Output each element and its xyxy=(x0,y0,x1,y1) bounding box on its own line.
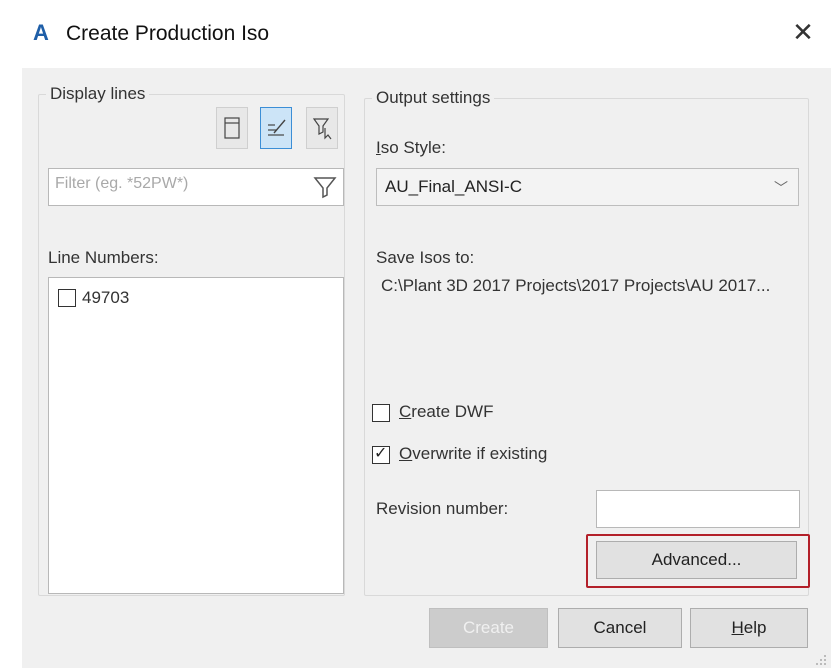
select-lines-button[interactable] xyxy=(216,107,248,149)
revision-number-input[interactable] xyxy=(596,490,800,528)
chevron-down-icon: ﹀ xyxy=(774,180,788,196)
create-dwf-checkbox[interactable] xyxy=(372,404,390,422)
overwrite-label: Overwrite if existing xyxy=(399,444,548,463)
filter-cursor-icon xyxy=(312,118,332,140)
create-production-iso-dialog: A Create Production Iso ✕ Display lines xyxy=(0,0,831,668)
iso-style-dropdown[interactable]: AU_Final_ANSI-C ﹀ xyxy=(376,168,799,206)
iso-style-label: Iso Style: xyxy=(376,138,446,157)
advanced-button[interactable]: Advanced... xyxy=(596,541,797,579)
line-checkbox[interactable] xyxy=(58,289,76,307)
list-item[interactable]: 49703 xyxy=(58,287,178,309)
resize-grip-icon[interactable] xyxy=(816,653,828,665)
filter-funnel-icon[interactable] xyxy=(313,175,337,199)
revision-number-label: Revision number: xyxy=(376,499,509,518)
iso-style-value: AU_Final_ANSI-C xyxy=(385,177,522,196)
create-dwf-option[interactable]: Create DWF xyxy=(372,401,532,425)
overwrite-option[interactable]: ✓ Overwrite if existing xyxy=(372,443,592,467)
dialog-body: Display lines Filter (eg. *52PW*) Line N… xyxy=(22,68,831,668)
overwrite-checkbox[interactable]: ✓ xyxy=(372,445,390,464)
title-bar: A Create Production Iso ✕ xyxy=(0,0,831,68)
display-lines-legend: Display lines xyxy=(46,84,150,104)
dialog-title: Create Production Iso xyxy=(66,22,270,45)
filter-placeholder: Filter (eg. *52PW*) xyxy=(55,175,189,192)
close-icon[interactable]: ✕ xyxy=(788,15,818,49)
output-settings-legend: Output settings xyxy=(372,88,495,108)
line-numbers-list[interactable]: 49703 xyxy=(48,277,344,594)
panel-icon xyxy=(224,117,240,139)
cancel-button[interactable]: Cancel xyxy=(558,608,682,648)
line-number-label: 49703 xyxy=(82,288,130,307)
pencil-edit-icon xyxy=(268,119,286,136)
checkmark-icon: ✓ xyxy=(374,445,388,462)
filter-select-button[interactable] xyxy=(306,107,338,149)
save-isos-label: Save Isos to: xyxy=(376,248,475,267)
autocad-a-icon: A xyxy=(33,20,49,45)
help-button[interactable]: Help xyxy=(690,608,808,648)
create-button[interactable]: Create xyxy=(429,608,548,648)
save-path: C:\Plant 3D 2017 Projects\2017 Projects\… xyxy=(381,276,771,295)
line-numbers-label: Line Numbers: xyxy=(48,248,159,267)
edit-lines-button[interactable] xyxy=(260,107,292,149)
filter-input[interactable]: Filter (eg. *52PW*) xyxy=(48,168,344,206)
create-dwf-label: Create DWF xyxy=(399,402,494,421)
